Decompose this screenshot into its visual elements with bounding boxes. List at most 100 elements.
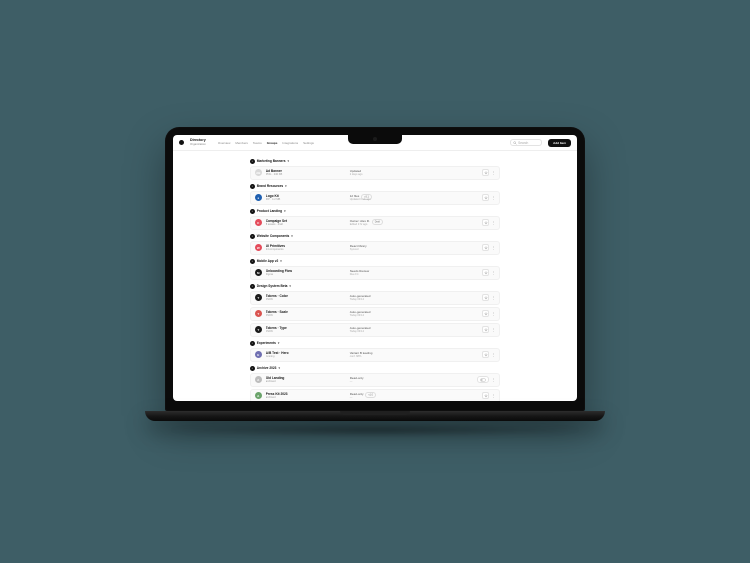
row-meta: Read-onlyv1.0— <box>350 392 478 399</box>
row-meta: Updated2 days ago <box>350 169 478 176</box>
row-subtitle: ZIP · 4.2 MB <box>266 198 346 201</box>
nav-tab[interactable]: Overview <box>218 141 231 145</box>
row-subtitle: PNG · 240 KB <box>266 173 346 176</box>
list-row[interactable]: EA/B Test · HerorunningVariant B leading… <box>250 348 500 362</box>
chevron-down-icon: ▾ <box>289 284 291 288</box>
row-actions: ⋮ <box>482 194 495 201</box>
row-meta-subtitle: Today 09:14 <box>350 298 478 301</box>
row-app-icon: C <box>255 219 262 226</box>
chevron-down-icon: ▾ <box>291 234 293 238</box>
row-meta-subtitle: Today 09:14 <box>350 314 478 317</box>
row-star-button[interactable] <box>482 326 489 333</box>
list-row[interactable]: TTokens · ScaleJSONAuto-generatedToday 0… <box>250 307 500 321</box>
laptop-mockup: Directory Organization Overview Members Te… <box>165 127 585 437</box>
group-header[interactable]: •Brand Resources▾ <box>250 184 500 189</box>
group-header[interactable]: •Website Components▾ <box>250 234 500 239</box>
row-app-icon: ● <box>255 194 262 201</box>
row-main: Tokens · ColorJSON <box>266 294 346 301</box>
row-more-icon[interactable]: ⋮ <box>491 353 495 357</box>
row-star-button[interactable] <box>482 294 489 301</box>
row-more-icon[interactable]: ⋮ <box>491 246 495 250</box>
row-app-icon: M <box>255 269 262 276</box>
nav-tab[interactable]: Teams <box>253 141 262 145</box>
row-star-button[interactable] <box>482 219 489 226</box>
row-star-button[interactable] <box>482 169 489 176</box>
row-subtitle: archived <box>266 380 346 383</box>
row-app-icon: T <box>255 326 262 333</box>
row-meta-subtitle: — <box>350 396 478 399</box>
row-main: Onboarding FlowFigma <box>266 269 346 276</box>
list-row[interactable]: MOnboarding FlowFigmaNeeds ReviewDue Fri… <box>250 266 500 280</box>
list-row[interactable]: TTokens · ColorJSONAuto-generatedToday 0… <box>250 291 500 305</box>
row-meta-subtitle: 2 days ago <box>350 173 478 176</box>
group-header[interactable]: •Marketing Banners▾ <box>250 159 500 164</box>
search-input[interactable]: Search <box>510 139 542 146</box>
row-more-icon[interactable]: ⋮ <box>491 378 495 382</box>
nav-tab[interactable]: Settings <box>303 141 314 145</box>
row-actions: ⋮ <box>482 169 495 176</box>
row-more-icon[interactable]: ⋮ <box>491 312 495 316</box>
row-meta-subtitle: Due Fri <box>350 273 478 276</box>
row-more-icon[interactable]: ⋮ <box>491 221 495 225</box>
list-row[interactable]: APress Kit 2023archivedRead-onlyv1.0—⋮ <box>250 389 500 401</box>
list-row[interactable]: ABAd BannerPNG · 240 KBUpdated2 days ago… <box>250 166 500 180</box>
list-row[interactable]: TTokens · TypeJSONAuto-generatedToday 09… <box>250 323 500 337</box>
row-actions: ⋮ <box>482 269 495 276</box>
row-star-button[interactable] <box>482 392 489 399</box>
laptop-bezel: Directory Organization Overview Members Te… <box>165 127 585 411</box>
nav-tab[interactable]: Integrations <box>282 141 298 145</box>
row-star-button[interactable] <box>482 244 489 251</box>
group-bullet-icon: • <box>250 366 255 371</box>
row-more-icon[interactable]: ⋮ <box>491 394 495 398</box>
list-row[interactable]: CCampaign Set8 assets · draftOwner: Alex… <box>250 216 500 230</box>
row-meta: Auto-generatedToday 09:14 <box>350 326 478 333</box>
app-screen: Directory Organization Overview Members Te… <box>173 135 577 401</box>
nav-tab[interactable]: Groups <box>267 141 278 145</box>
nav-tab[interactable]: Members <box>235 141 248 145</box>
row-toggle[interactable] <box>477 376 489 383</box>
row-main: A/B Test · Herorunning <box>266 351 346 358</box>
row-main: UI Primitives24 components <box>266 244 346 251</box>
row-actions: ⋮ <box>482 244 495 251</box>
row-subtitle: archived <box>266 396 346 399</box>
row-meta: 12 filesv3.1Updated 1 wk ago <box>350 194 478 201</box>
row-meta: Owner: Alex R.DraftEdited 3 hr ago <box>350 219 478 226</box>
row-star-button[interactable] <box>482 194 489 201</box>
content-area: •Marketing Banners▾ABAd BannerPNG · 240 … <box>173 151 577 401</box>
list-row[interactable]: AOld LandingarchivedRead-only—⋮ <box>250 373 500 387</box>
row-more-icon[interactable]: ⋮ <box>491 271 495 275</box>
group-bullet-icon: • <box>250 184 255 189</box>
list-row[interactable]: ●Logo KitZIP · 4.2 MB12 filesv3.1Updated… <box>250 191 500 205</box>
group-title: Mobile App v2 <box>257 259 279 263</box>
group-header[interactable]: •Archive 2023▾ <box>250 366 500 371</box>
row-star-button[interactable] <box>482 310 489 317</box>
group-title: Experiments <box>257 341 276 345</box>
row-app-icon: A <box>255 392 262 399</box>
row-app-icon: T <box>255 294 262 301</box>
laptop-base <box>145 411 605 421</box>
row-app-icon: T <box>255 310 262 317</box>
row-actions: ⋮ <box>475 376 495 383</box>
list-row[interactable]: WUI Primitives24 componentsReact library… <box>250 241 500 255</box>
row-actions: ⋮ <box>482 392 495 399</box>
chevron-down-icon: ▾ <box>280 259 282 263</box>
row-meta-subtitle: Synced <box>350 248 478 251</box>
brand-block: Directory Organization <box>190 139 206 146</box>
group-header[interactable]: •Mobile App v2▾ <box>250 259 500 264</box>
group-title: Brand Resources <box>257 184 283 188</box>
row-star-button[interactable] <box>482 269 489 276</box>
group-header[interactable]: •Experiments▾ <box>250 341 500 346</box>
row-more-icon[interactable]: ⋮ <box>491 328 495 332</box>
row-actions: ⋮ <box>482 351 495 358</box>
row-more-icon[interactable]: ⋮ <box>491 296 495 300</box>
row-main: Old Landingarchived <box>266 376 346 383</box>
group-header[interactable]: •Design System Beta▾ <box>250 284 500 289</box>
row-more-icon[interactable]: ⋮ <box>491 196 495 200</box>
group-header[interactable]: •Product Landing▾ <box>250 209 500 214</box>
row-app-icon: AB <box>255 169 262 176</box>
primary-action-button[interactable]: Add Item <box>548 139 571 147</box>
row-more-icon[interactable]: ⋮ <box>491 171 495 175</box>
row-meta-subtitle: — <box>350 380 471 383</box>
row-app-icon: E <box>255 351 262 358</box>
row-star-button[interactable] <box>482 351 489 358</box>
